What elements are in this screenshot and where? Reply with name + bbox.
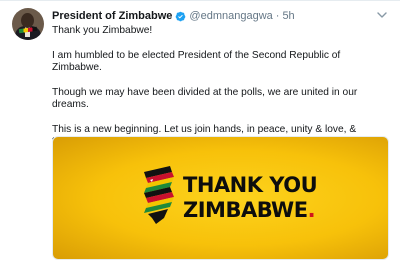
separator-dot: · (275, 10, 280, 22)
tweet-paragraph: Though we may have been divided at the p… (52, 86, 358, 111)
avatar[interactable] (12, 8, 44, 40)
banner-period: . (307, 198, 316, 222)
banner-word: ZIMBABWE (183, 198, 308, 222)
banner-line-2: ZIMBABWE. (183, 198, 316, 222)
tweet-image[interactable]: THANK YOU ZIMBABWE. (52, 136, 389, 260)
avatar-face (21, 13, 34, 28)
banner-line-1: THANK YOU (183, 173, 318, 197)
author-name[interactable]: President of Zimbabwe (52, 10, 172, 23)
chevron-down-icon[interactable] (376, 9, 388, 21)
tweet-header: President of Zimbabwe @edmnangagwa · 5h (52, 10, 372, 23)
verified-badge-icon (176, 11, 186, 22)
author-handle[interactable]: @edmnangagwa (189, 10, 272, 23)
tweet-timestamp[interactable]: 5h (282, 10, 294, 23)
tweet-card[interactable]: President of Zimbabwe @edmnangagwa · 5h … (0, 0, 400, 267)
zimbabwe-stripes-logo (144, 166, 174, 224)
tweet-paragraph: Thank you Zimbabwe! (52, 25, 153, 36)
tweet-paragraph: I am humbled to be elected President of … (52, 49, 341, 74)
